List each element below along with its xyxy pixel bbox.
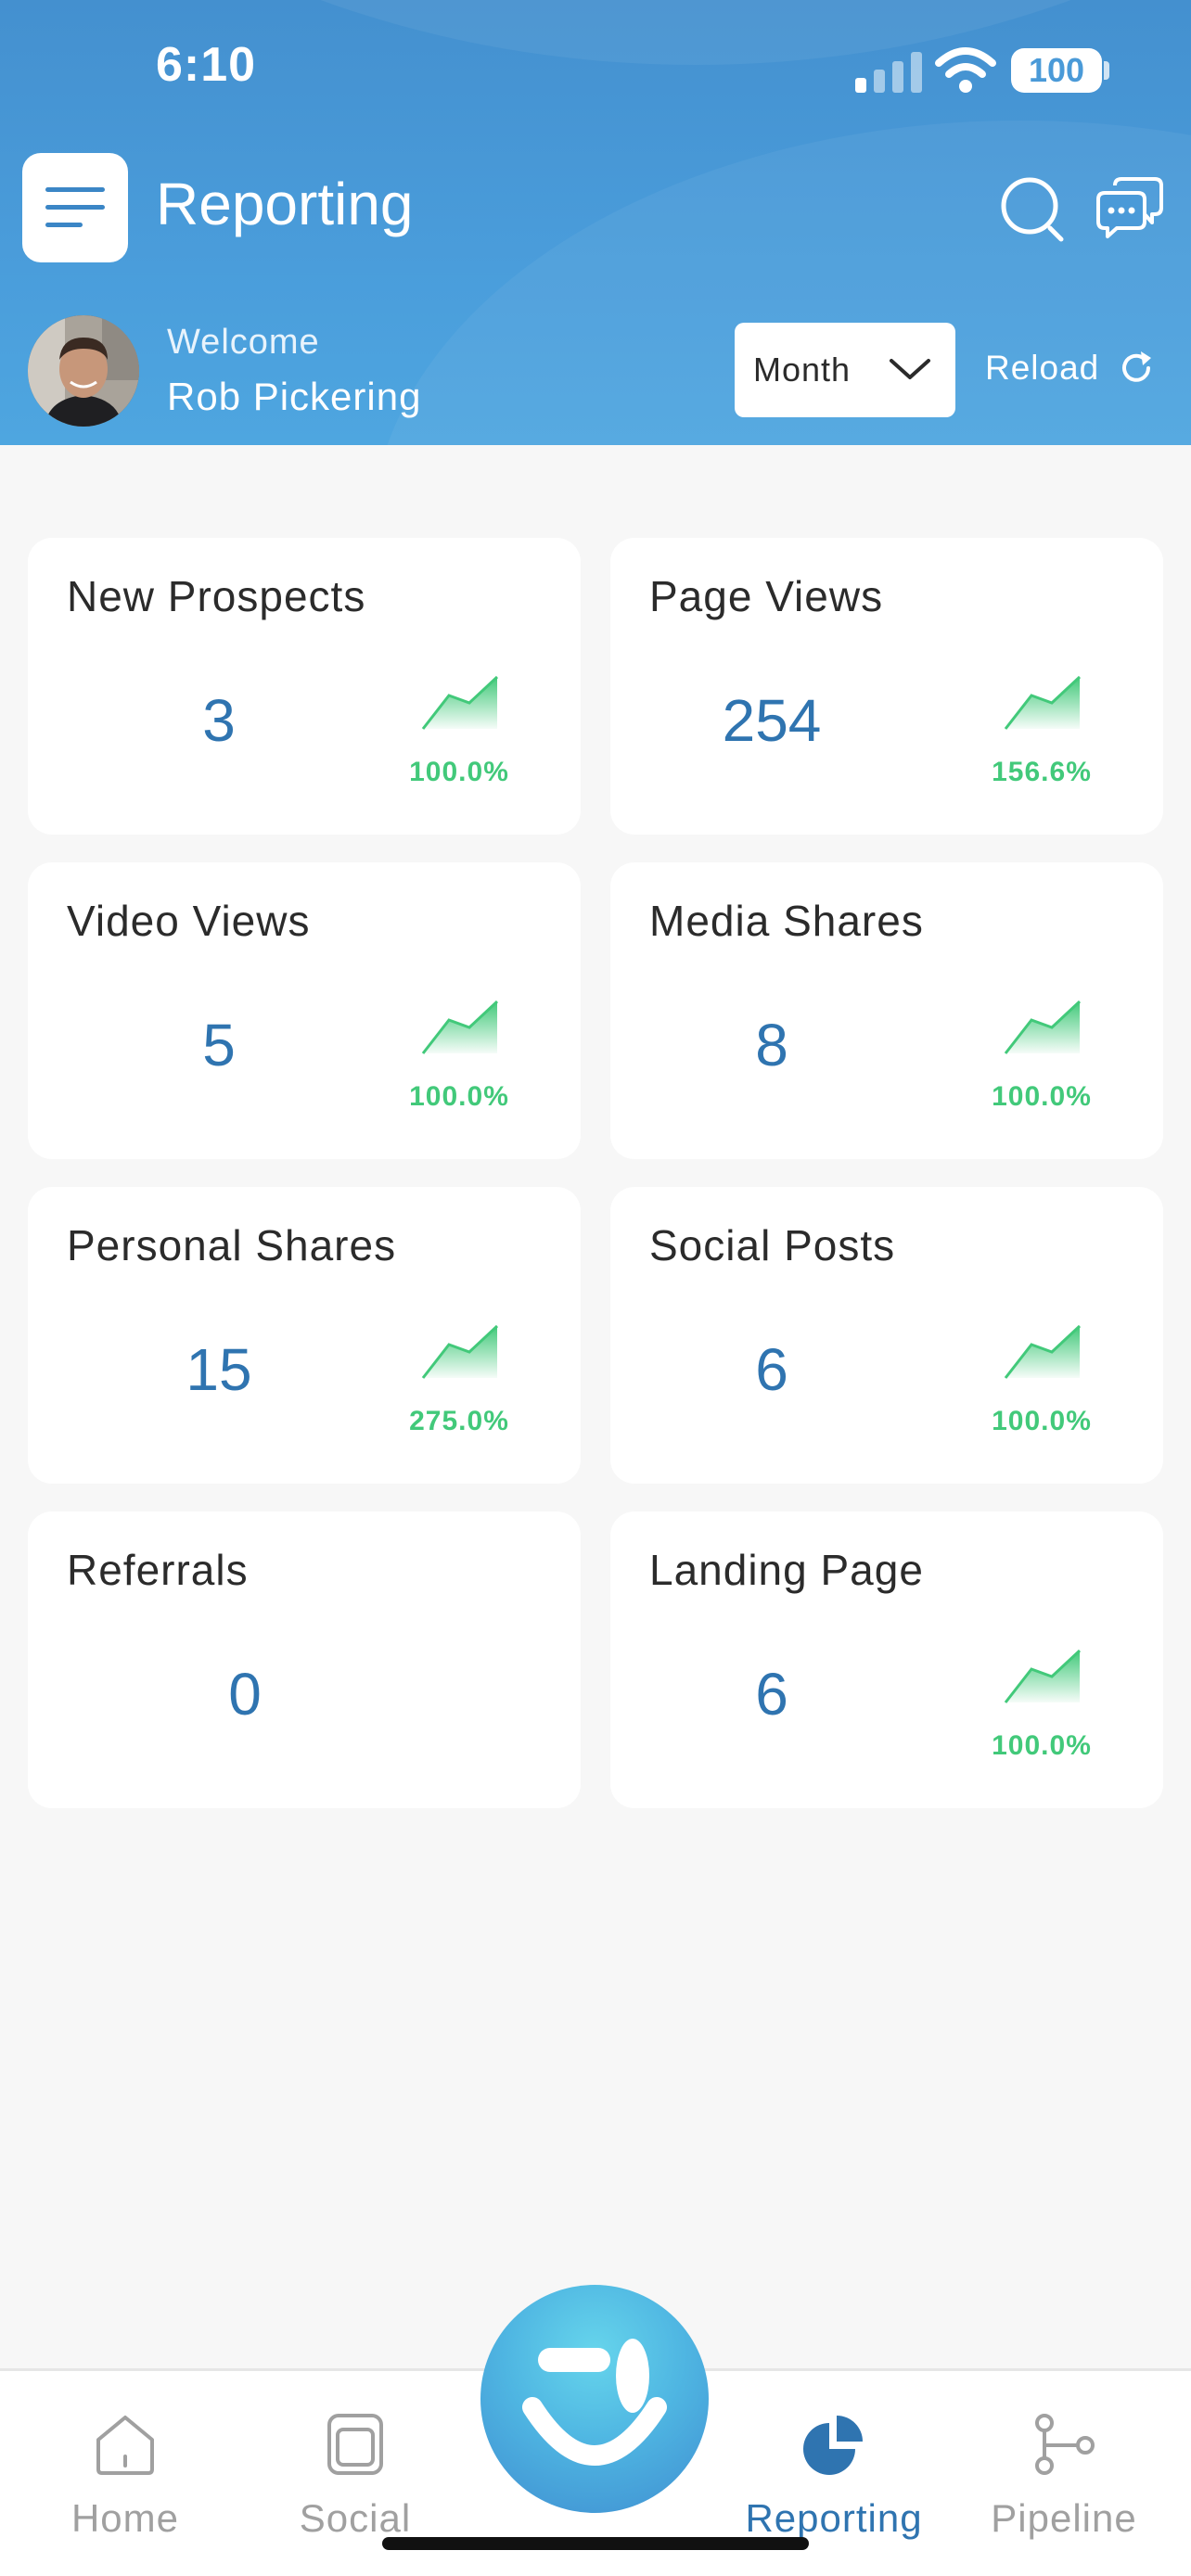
metric-card[interactable]: Personal Shares 15 275.0% — [28, 1187, 581, 1484]
status-time: 6:10 — [156, 38, 257, 92]
wink-face-icon — [522, 2339, 667, 2466]
metric-value: 6 — [755, 1336, 788, 1403]
user-name: Rob Pickering — [167, 375, 422, 418]
chevron-down-icon — [890, 359, 930, 379]
metric-change: 156.6% — [992, 757, 1092, 787]
metric-card[interactable]: Video Views 5 100.0% — [28, 862, 581, 1159]
battery-tip — [1104, 61, 1109, 80]
metric-change: 275.0% — [409, 1406, 509, 1436]
social-icon — [327, 2414, 383, 2475]
metric-card[interactable]: Referrals 0 — [28, 1511, 581, 1808]
search-icon[interactable] — [1000, 174, 1065, 243]
tab-label: Home — [70, 2496, 180, 2540]
status-bar: 6:10 100 — [0, 0, 1191, 139]
metric-card[interactable]: New Prospects 3 100.0% — [28, 538, 581, 835]
home-icon — [96, 2416, 154, 2475]
metric-change: 100.0% — [992, 1406, 1092, 1436]
metric-label: Media Shares — [649, 897, 924, 945]
metric-value: 3 — [202, 687, 236, 754]
metric-label: Personal Shares — [67, 1221, 397, 1269]
welcome-label: Welcome — [167, 323, 320, 362]
tab-social[interactable]: Social — [249, 2407, 462, 2541]
trend-up-icon — [421, 675, 499, 730]
home-indicator — [382, 2537, 809, 2550]
avatar[interactable] — [28, 315, 139, 427]
battery-indicator: 100 — [1011, 48, 1102, 93]
user-photo-icon — [28, 315, 139, 427]
reporting-icon — [803, 2416, 863, 2475]
metric-value: 8 — [755, 1012, 788, 1078]
metric-value: 6 — [755, 1661, 788, 1728]
metric-label: Video Views — [67, 897, 311, 945]
metric-value: 5 — [202, 1012, 236, 1078]
wifi-icon — [935, 47, 996, 93]
refresh-icon — [1122, 351, 1152, 382]
metric-card[interactable]: Media Shares 8 100.0% — [610, 862, 1163, 1159]
tab-pipeline[interactable]: Pipeline — [957, 2407, 1171, 2541]
metric-value: 254 — [722, 687, 822, 754]
metric-label: Social Posts — [649, 1221, 896, 1269]
metric-change: 100.0% — [409, 1081, 509, 1112]
page-title: Reporting — [156, 171, 414, 237]
assistant-button[interactable] — [480, 2285, 709, 2513]
cellular-signal-icon — [855, 52, 922, 93]
trend-up-icon — [1004, 675, 1082, 730]
tab-label: Reporting — [745, 2496, 923, 2540]
tab-home[interactable]: Home — [19, 2407, 232, 2541]
trend-up-icon — [1004, 1649, 1082, 1703]
metric-change: 100.0% — [992, 1730, 1092, 1761]
chat-icon[interactable] — [1096, 176, 1163, 239]
reload-button[interactable]: Reload — [985, 349, 1155, 388]
metric-card[interactable]: Page Views 254 156.6% — [610, 538, 1163, 835]
trend-up-icon — [1004, 1324, 1082, 1379]
period-dropdown[interactable]: Month — [735, 323, 955, 417]
metric-label: Referrals — [67, 1546, 249, 1594]
metric-value: 15 — [186, 1336, 252, 1403]
hamburger-icon — [45, 187, 105, 227]
reload-label: Reload — [985, 349, 1100, 387]
metric-value: 0 — [228, 1661, 262, 1728]
app-header: 6:10 100 Reporting Welcome Rob Pickering… — [0, 0, 1191, 445]
menu-button[interactable] — [22, 153, 128, 262]
trend-up-icon — [421, 1324, 499, 1379]
metric-card[interactable]: Landing Page 6 100.0% — [610, 1511, 1163, 1808]
trend-up-icon — [1004, 1000, 1082, 1054]
metric-label: Landing Page — [649, 1546, 924, 1594]
metric-change: 100.0% — [992, 1081, 1092, 1112]
tab-label: Social — [299, 2496, 412, 2540]
period-value: Month — [753, 351, 852, 389]
metric-card[interactable]: Social Posts 6 100.0% — [610, 1187, 1163, 1484]
tab-reporting[interactable]: Reporting — [727, 2407, 941, 2541]
tab-label: Pipeline — [991, 2496, 1137, 2540]
metric-change: 100.0% — [409, 757, 509, 787]
pipeline-icon — [1035, 2414, 1095, 2475]
metric-label: New Prospects — [67, 572, 366, 620]
metric-label: Page Views — [649, 572, 884, 620]
trend-up-icon — [421, 1000, 499, 1054]
